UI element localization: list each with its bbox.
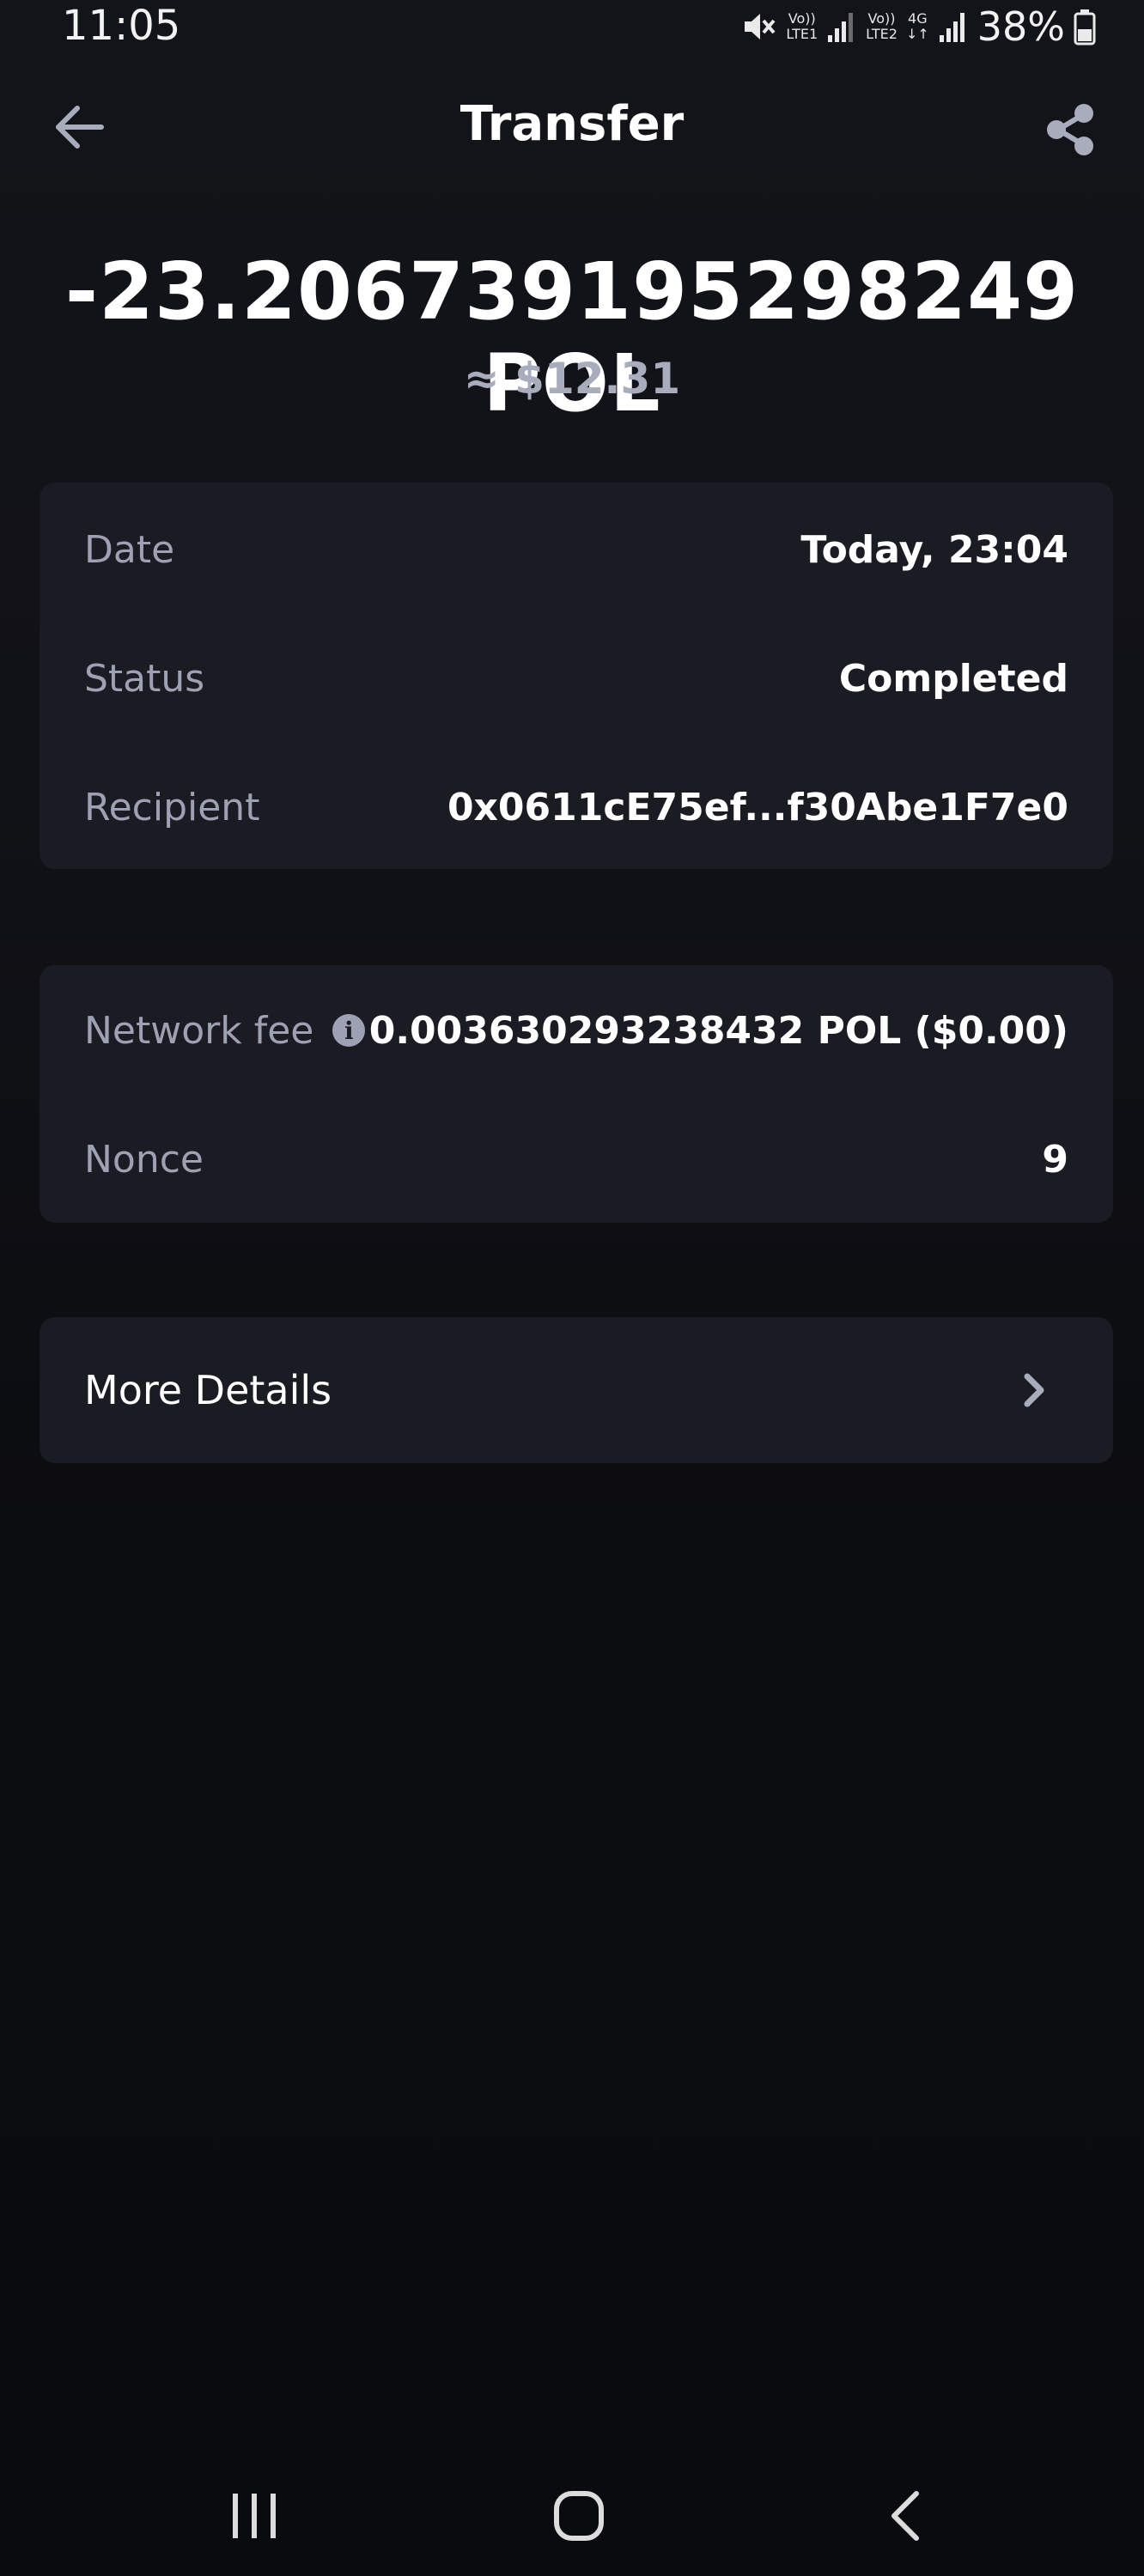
status-value: Completed xyxy=(838,656,1068,701)
date-label: Date xyxy=(84,527,175,572)
mute-icon xyxy=(739,8,777,46)
more-details-button[interactable]: More Details xyxy=(40,1317,1113,1463)
signal-1-icon xyxy=(826,9,857,44)
recents-icon xyxy=(233,2494,276,2538)
status-time: 11:05 xyxy=(62,2,181,50)
nav-back-button[interactable] xyxy=(854,2473,957,2559)
recipient-address[interactable]: 0x0611cE75ef...f30Abe1F7e0 xyxy=(447,786,1068,829)
more-details-row: More Details xyxy=(84,1356,1068,1425)
signal-2-icon xyxy=(938,9,969,44)
date-row: Date Today, 23:04 xyxy=(84,515,1068,584)
battery-icon xyxy=(1074,8,1096,46)
recipient-label: Recipient xyxy=(84,785,260,829)
fiat-value: ≈ $12.31 xyxy=(463,354,681,404)
battery-percentage: 38% xyxy=(977,3,1065,50)
info-icon[interactable]: i xyxy=(332,1014,366,1047)
date-value: Today, 23:04 xyxy=(800,527,1068,572)
fee-card: Network fee i 0.003630293238432 POL ($0.… xyxy=(40,965,1113,1223)
recents-button[interactable] xyxy=(203,2473,306,2559)
transaction-details-card: Date Today, 23:04 Status Completed Recip… xyxy=(40,483,1113,869)
nonce-row: Nonce 9 xyxy=(84,1125,1068,1194)
transfer-screen: 11:05 Vo)) LTE1 Vo)) LTE2 4G ↓↑ 38% Tran… xyxy=(0,0,1144,2576)
status-icons: Vo)) LTE1 Vo)) LTE2 4G ↓↑ 38% xyxy=(739,3,1096,50)
share-button[interactable] xyxy=(1032,91,1110,168)
status-bar: 11:05 Vo)) LTE1 Vo)) LTE2 4G ↓↑ 38% xyxy=(0,0,1144,55)
share-icon xyxy=(1047,104,1093,155)
home-icon xyxy=(554,2491,604,2541)
chevron-right-icon xyxy=(1024,1373,1044,1407)
network-fee-label: Network fee xyxy=(84,1008,314,1053)
network-fee-row: Network fee i 0.003630293238432 POL ($0.… xyxy=(84,996,1068,1065)
page-title: Transfer xyxy=(459,96,685,152)
nav-back-icon xyxy=(891,2491,919,2541)
more-details-label: More Details xyxy=(84,1367,332,1413)
app-header: Transfer xyxy=(0,77,1144,180)
recipient-row[interactable]: Recipient 0x0611cE75ef...f30Abe1F7e0 xyxy=(84,773,1068,841)
nonce-label: Nonce xyxy=(84,1137,204,1182)
status-label: Status xyxy=(84,656,205,701)
sim1-indicator: Vo)) LTE1 xyxy=(786,10,818,42)
nonce-value: 9 xyxy=(1042,1137,1068,1182)
sim2-indicator: Vo)) LTE2 xyxy=(866,10,898,42)
system-navigation-bar xyxy=(0,2456,1144,2576)
network-fee-label-group: Network fee i xyxy=(84,1008,366,1053)
status-row: Status Completed xyxy=(84,644,1068,713)
network-type-indicator: 4G ↓↑ xyxy=(905,10,929,42)
network-fee-value: 0.003630293238432 POL ($0.00) xyxy=(368,1008,1068,1053)
home-button[interactable] xyxy=(527,2473,630,2559)
